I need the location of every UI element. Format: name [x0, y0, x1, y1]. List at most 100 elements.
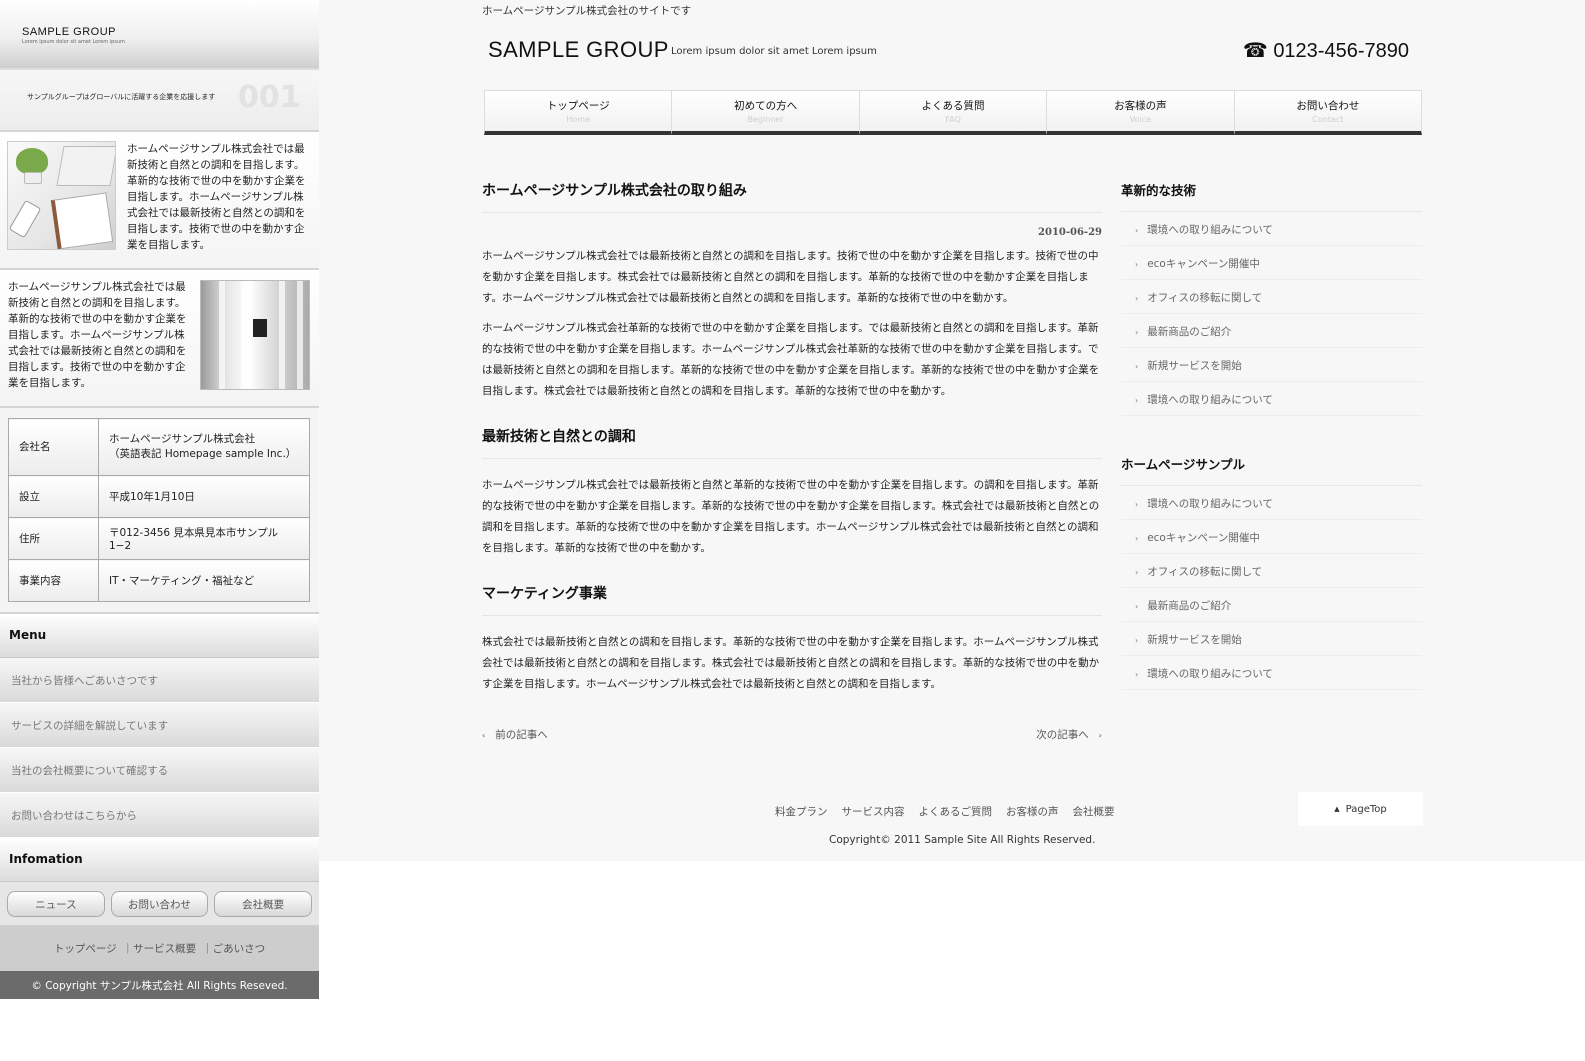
company-key: 設立 — [8, 475, 99, 518]
side-link[interactable]: › ecoキャンペーン開催中 — [1121, 246, 1422, 280]
left-sidebar: SAMPLE GROUP Lorem ipsum dolor sit amet … — [0, 0, 319, 1013]
chevron-right-icon: › — [1135, 226, 1139, 235]
chevron-right-icon: › — [1135, 396, 1139, 405]
chevron-right-icon: › — [1135, 534, 1139, 543]
side-link[interactable]: › 最新商品のご紹介 — [1121, 588, 1422, 622]
main-area: ホームページサンプル株式会社のサイトです SAMPLE GROUP Lorem … — [319, 0, 1585, 861]
sidebar-copyright: © Copyright サンプル株式会社 All Rights Reseved. — [0, 971, 319, 999]
footer-link-faq[interactable]: よくあるご質問 — [919, 804, 993, 819]
contact-button[interactable]: お問い合わせ — [110, 891, 209, 917]
company-key: 事業内容 — [8, 559, 99, 602]
chevron-up-icon: ▲ — [1334, 805, 1340, 813]
side-link[interactable]: › ecoキャンペーン開催中 — [1121, 520, 1422, 554]
sidebar-feature-hall-text: ホームページサンプル株式会社では最新技術と自然との調和を目指します。革新的な技術… — [8, 281, 187, 389]
side-link[interactable]: › 環境への取り組みについて — [1121, 212, 1422, 246]
right-sidebar: 革新的な技術 › 環境への取り組みについて › ecoキャンペーン開催中 › オフィス… — [1121, 180, 1422, 690]
chevron-right-icon: › — [1135, 328, 1139, 337]
side-link[interactable]: › 環境への取り組みについて — [1121, 656, 1422, 690]
sidebar-feature-desk: ホームページサンプル株式会社では最新技術と自然との調和を目指します。革新的な技術… — [0, 132, 319, 270]
global-nav: トップページ Home 初めての方へ Beginner よくある質問 FAQ お… — [484, 90, 1423, 135]
top-note: ホームページサンプル株式会社のサイトです — [482, 5, 692, 17]
sidebar-menu-item-services[interactable]: サービスの詳細を解説しています — [0, 703, 319, 748]
nav-item-faq[interactable]: よくある質問 FAQ — [859, 91, 1048, 135]
company-overview-button[interactable]: 会社概要 — [214, 891, 313, 917]
prev-article-link[interactable]: ‹ 前の記事へ — [482, 727, 548, 742]
chevron-right-icon: › — [1135, 568, 1139, 577]
side-link[interactable]: › 新規サービスを開始 — [1121, 622, 1422, 656]
sidebar-menu-item-contact[interactable]: お問い合わせはこちらから — [0, 793, 319, 838]
company-value: 平成10年1月10日 — [98, 475, 310, 518]
site-logo[interactable]: SAMPLE GROUP — [488, 37, 669, 63]
page: SAMPLE GROUP Lorem ipsum dolor sit amet … — [0, 0, 1585, 1061]
side-link[interactable]: › 新規サービスを開始 — [1121, 348, 1422, 382]
article-title: ホームページサンプル株式会社の取り組み — [482, 180, 1102, 213]
next-article-link[interactable]: 次の記事へ › — [1036, 727, 1102, 742]
phone-number: ☎ 0123-456-7890 — [1242, 40, 1409, 62]
chevron-right-icon: › — [1135, 500, 1139, 509]
company-key: 会社名 — [8, 418, 99, 476]
section-heading: マーケティング事業 — [482, 583, 1102, 616]
sidebar-link-services[interactable]: ｜サービス概要 — [123, 941, 197, 956]
side-section-title: 革新的な技術 — [1121, 180, 1422, 212]
table-row: 事業内容 IT・マーケティング・福祉など — [8, 559, 310, 602]
company-info: 会社名 ホームページサンプル株式会社 （英語表記 Homepage sample… — [0, 408, 319, 614]
news-button[interactable]: ニュース — [7, 891, 105, 917]
footer-links: 料金プラン サービス内容 よくあるご質問 お客様の声 会社概要 — [775, 804, 1115, 819]
chevron-right-icon: › — [1135, 362, 1139, 371]
sidebar-feature-desk-text: ホームページサンプル株式会社では最新技術と自然との調和を目指します。革新的な技術… — [127, 143, 306, 251]
side-list: › 環境への取り組みについて › ecoキャンペーン開催中 › オフィスの移転に関して… — [1121, 212, 1422, 416]
side-link[interactable]: › 環境への取り組みについて — [1121, 486, 1422, 520]
side-link[interactable]: › 環境への取り組みについて — [1121, 382, 1422, 416]
pagetop-button[interactable]: ▲ PageTop — [1298, 792, 1423, 826]
table-row: 住所 〒012-3456 見本県見本市サンプル1−2 — [8, 517, 310, 560]
side-list: › 環境への取り組みについて › ecoキャンペーン開催中 › オフィスの移転に関して… — [1121, 486, 1422, 690]
company-value: ホームページサンプル株式会社 （英語表記 Homepage sample Inc… — [98, 418, 310, 476]
sidebar-banner-number: 001 — [238, 80, 301, 115]
article-paragraph: ホームページサンプル株式会社では最新技術と自然との調和を目指します。技術で世の中… — [482, 250, 1099, 304]
footer-link-services[interactable]: サービス内容 — [842, 804, 905, 819]
site-tagline: Lorem ipsum dolor sit amet Lorem ipsum — [671, 46, 877, 57]
footer-link-voice[interactable]: お客様の声 — [1006, 804, 1059, 819]
article-pager: ‹ 前の記事へ 次の記事へ › — [482, 727, 1102, 742]
sidebar-feature-hall: ホームページサンプル株式会社では最新技術と自然との調和を目指します。革新的な技術… — [0, 270, 319, 408]
article-paragraph: ホームページサンプル株式会社では最新技術と自然と革新的な技術で世の中を動かす企業… — [482, 479, 1100, 554]
table-row: 会社名 ホームページサンプル株式会社 （英語表記 Homepage sample… — [8, 418, 310, 476]
side-link[interactable]: › オフィスの移転に関して — [1121, 280, 1422, 314]
article-paragraph: 株式会社では最新技術と自然との調和を目指します。革新的な技術で世の中を動かす企業… — [482, 636, 1100, 690]
desk-photo — [7, 141, 116, 250]
company-value: IT・マーケティング・福祉など — [98, 559, 310, 602]
sidebar-info-title: Infomation — [0, 838, 319, 882]
side-link[interactable]: › 最新商品のご紹介 — [1121, 314, 1422, 348]
chevron-right-icon: › — [1135, 294, 1139, 303]
nav-item-beginner[interactable]: 初めての方へ Beginner — [672, 91, 860, 135]
sidebar-link-top[interactable]: トップページ — [54, 941, 117, 956]
sidebar-menu-item-company[interactable]: 当社の会社概要について確認する — [0, 748, 319, 793]
footer-link-pricing[interactable]: 料金プラン — [775, 804, 828, 819]
side-link[interactable]: › オフィスの移転に関して — [1121, 554, 1422, 588]
company-table: 会社名 ホームページサンプル株式会社 （英語表記 Homepage sample… — [8, 418, 310, 602]
article-paragraph: ホームページサンプル株式会社革新的な技術で世の中を動かす企業を目指します。では最… — [482, 322, 1100, 397]
chevron-right-icon: › — [1135, 602, 1139, 611]
section-heading: 最新技術と自然との調和 — [482, 426, 1102, 459]
company-value: 〒012-3456 見本県見本市サンプル1−2 — [98, 517, 310, 560]
article: ホームページサンプル株式会社の取り組み 2010-06-29 ホームページサンプ… — [482, 180, 1102, 742]
nav-item-contact[interactable]: お問い合わせ Contact — [1234, 91, 1423, 135]
nav-item-home[interactable]: トップページ Home — [484, 91, 673, 135]
chevron-right-icon: › — [1098, 731, 1102, 740]
sidebar-logo-tagline: Lorem ipsum dolor sit amet Lorem ipsum — [22, 39, 125, 45]
nav-item-voice[interactable]: お客様の声 Voice — [1047, 91, 1235, 135]
sidebar-footer-links: トップページ ｜サービス概要 ｜ごあいさつ — [0, 926, 319, 971]
sidebar-logo-name: SAMPLE GROUP — [22, 26, 117, 38]
sidebar-banner-text: サンプルグループはグローバルに活躍する企業を応援します — [27, 93, 216, 101]
sidebar-menu-title: Menu — [0, 614, 319, 658]
hall-photo — [200, 280, 310, 390]
table-row: 設立 平成10年1月10日 — [8, 475, 310, 518]
chevron-right-icon: › — [1135, 670, 1139, 679]
footer-link-company[interactable]: 会社概要 — [1073, 804, 1115, 819]
sidebar-link-greeting[interactable]: ｜ごあいさつ — [202, 941, 265, 956]
chevron-left-icon: ‹ — [482, 731, 486, 740]
article-date: 2010-06-29 — [1038, 227, 1102, 238]
sidebar-logo[interactable]: SAMPLE GROUP Lorem ipsum dolor sit amet … — [0, 0, 319, 70]
sidebar-menu-item-greeting[interactable]: 当社から皆様へごあいさつです — [0, 658, 319, 703]
sidebar-banner[interactable]: サンプルグループはグローバルに活躍する企業を応援します 001 — [0, 70, 319, 132]
